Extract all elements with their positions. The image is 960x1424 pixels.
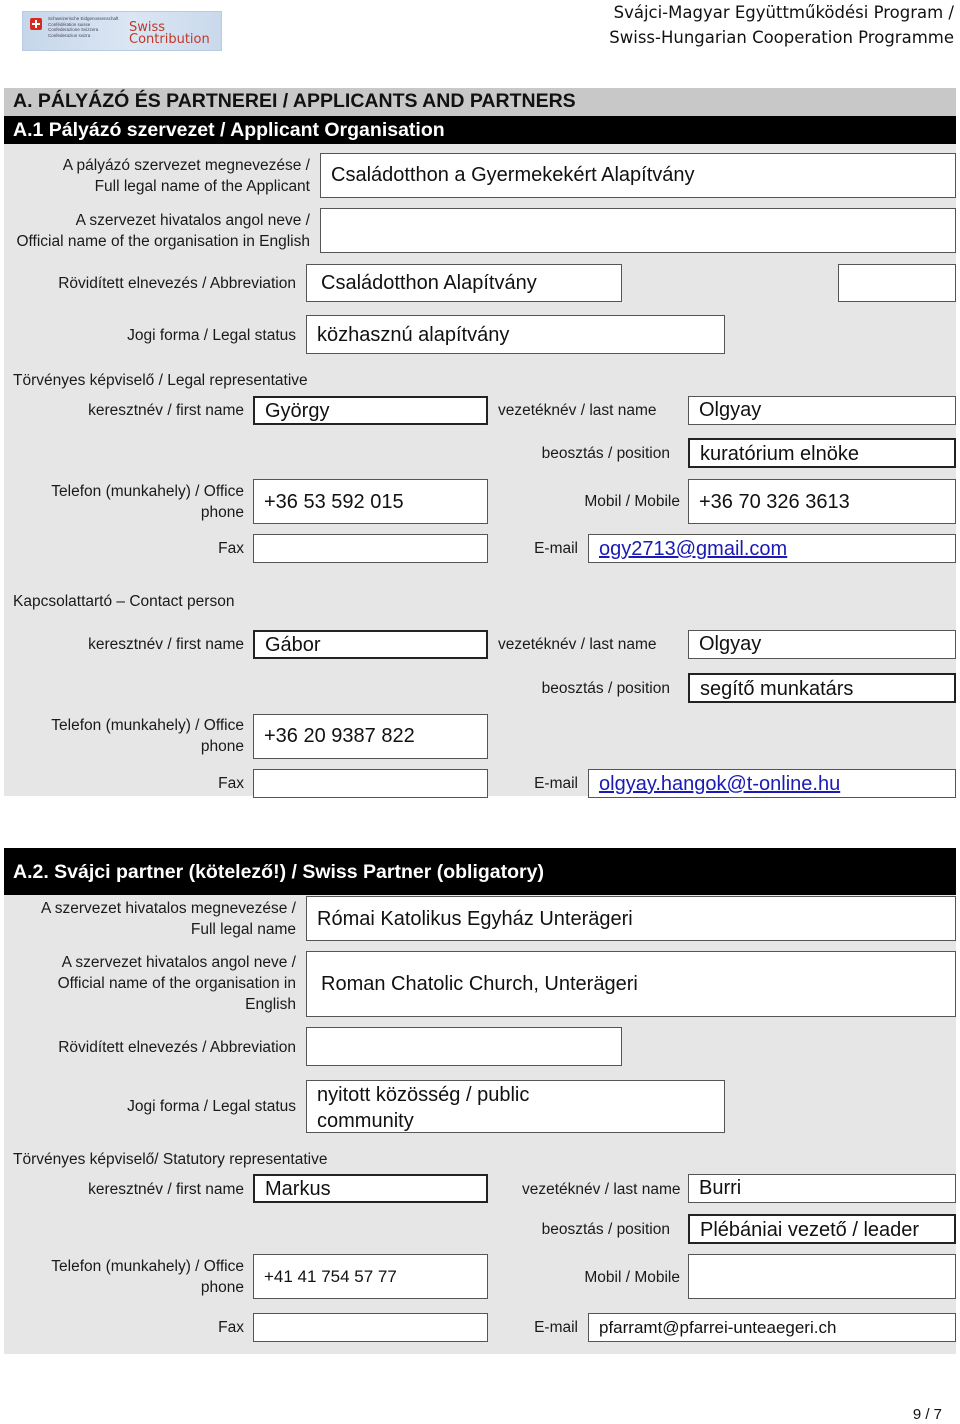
swiss-contribution-logo: Schweizerische Eidgenossenschaft Confédé… (22, 11, 222, 51)
a1-abbrev-extra-field[interactable] (838, 264, 956, 302)
contact-position-label: beosztás / position (541, 680, 670, 697)
contact-email-label: E-mail (534, 775, 578, 792)
legal-rep-email-link[interactable]: ogy2713@gmail.com (599, 538, 787, 561)
contact-fax-label: Fax (218, 775, 244, 792)
contact-phone-field[interactable]: +36 20 9387 822 (253, 714, 488, 759)
section-a-heading: A. PÁLYÁZÓ ÉS PARTNEREI / APPLICANTS AND… (4, 88, 956, 116)
contact-email-link[interactable]: olgyay.hangok@t-online.hu (599, 773, 840, 796)
contact-phone-label: Telefon (munkahely) / Office phone (51, 717, 244, 755)
statutory-rep-position-field[interactable]: Plébániai vezető / leader (688, 1214, 956, 1244)
a1-legal-status-field[interactable]: közhasznú alapítvány (306, 315, 725, 354)
a2-abbrev-label: Rövidített elnevezés / Abbreviation (58, 1039, 296, 1056)
contact-position-field[interactable]: segítő munkatárs (688, 673, 956, 703)
statutory-rep-email-label: E-mail (534, 1319, 578, 1336)
statutory-rep-first-name-field[interactable]: Markus (253, 1174, 488, 1203)
legal-rep-email-label: E-mail (534, 540, 578, 557)
statutory-rep-fax-field[interactable] (253, 1313, 488, 1342)
a2-full-name-label: A szervezet hivatalos megnevezése / Full… (40, 900, 296, 938)
a2-english-name-label: A szervezet hivatalos angol neve / Offic… (57, 954, 296, 1013)
logo-brand-text: Swiss Contribution (129, 20, 210, 47)
contact-last-name-field[interactable]: Olgyay (688, 630, 956, 659)
legal-rep-first-name-field[interactable]: György (253, 396, 488, 425)
statutory-rep-mobile-field[interactable] (688, 1254, 956, 1299)
legal-rep-heading: Törvényes képviselő / Legal representati… (13, 372, 308, 389)
legal-rep-position-field[interactable]: kuratórium elnöke (688, 438, 956, 468)
statutory-rep-phone-field[interactable]: +41 41 754 57 77 (253, 1254, 488, 1299)
statutory-rep-email-field[interactable]: pfarramt@pfarrei-unteaegeri.ch (588, 1313, 956, 1342)
legal-rep-fax-label: Fax (218, 540, 244, 557)
a2-heading: A.2. Svájci partner (kötelező!) / Swiss … (4, 848, 956, 895)
a2-abbrev-field[interactable] (306, 1027, 622, 1066)
statutory-rep-last-name-label: vezetéknév / last name (522, 1181, 681, 1198)
a1-heading: A.1 Pályázó szervezet / Applicant Organi… (4, 116, 956, 144)
legal-rep-phone-label: Telefon (munkahely) / Office phone (51, 483, 244, 521)
legal-rep-position-label: beosztás / position (541, 445, 670, 462)
legal-rep-mobile-label: Mobil / Mobile (584, 493, 680, 510)
a2-english-name-field[interactable]: Roman Chatolic Church, Unterägeri (306, 951, 956, 1017)
statutory-rep-last-name-field[interactable]: Burri (688, 1174, 956, 1203)
a1-full-name-label: A pályázó szervezet megnevezése / Full l… (62, 157, 310, 195)
contact-first-name-label: keresztnév / first name (88, 636, 244, 653)
a2-legal-status-field[interactable]: nyitott közösség / public community (306, 1080, 725, 1133)
legal-rep-email-field[interactable]: ogy2713@gmail.com (588, 534, 956, 563)
a1-english-name-label: A szervezet hivatalos angol neve / Offic… (16, 212, 310, 250)
contact-email-field[interactable]: olgyay.hangok@t-online.hu (588, 769, 956, 798)
legal-rep-first-name-label: keresztnév / first name (88, 402, 244, 419)
logo-confederation-text: Schweizerische Eidgenossenschaft Confédé… (48, 16, 119, 38)
contact-heading: Kapcsolattartó – Contact person (13, 593, 235, 610)
legal-rep-phone-field[interactable]: +36 53 592 015 (253, 479, 488, 524)
a1-english-name-field[interactable] (320, 208, 956, 253)
legal-rep-last-name-label: vezetéknév / last name (498, 402, 657, 419)
swiss-flag-icon (30, 18, 42, 30)
legal-rep-last-name-field[interactable]: Olgyay (688, 396, 956, 425)
a1-abbrev-label: Rövidített elnevezés / Abbreviation (58, 275, 296, 292)
page-number: 9 / 7 (912, 1406, 942, 1423)
legal-rep-mobile-field[interactable]: +36 70 326 3613 (688, 479, 956, 524)
contact-last-name-label: vezetéknév / last name (498, 636, 657, 653)
a1-abbrev-field[interactable]: Családotthon Alapítvány (306, 264, 622, 302)
a1-legal-status-label: Jogi forma / Legal status (127, 327, 296, 344)
contact-fax-field[interactable] (253, 769, 488, 798)
a2-legal-status-label: Jogi forma / Legal status (127, 1098, 296, 1115)
a1-full-name-field[interactable]: Családotthon a Gyermekekért Alapítvány (320, 153, 956, 198)
statutory-rep-position-label: beosztás / position (541, 1221, 670, 1238)
statutory-rep-fax-label: Fax (218, 1319, 244, 1336)
statutory-rep-phone-label: Telefon (munkahely) / Office phone (51, 1258, 244, 1296)
statutory-rep-mobile-label: Mobil / Mobile (584, 1269, 680, 1286)
programme-title: Svájci-Magyar Együttműködési Program / S… (609, 3, 954, 47)
statutory-rep-first-name-label: keresztnév / first name (88, 1181, 244, 1198)
statutory-rep-heading: Törvényes képviselő/ Statutory represent… (13, 1151, 328, 1168)
a2-full-name-field[interactable]: Római Katolikus Egyház Unterägeri (306, 896, 956, 941)
legal-rep-fax-field[interactable] (253, 534, 488, 563)
contact-first-name-field[interactable]: Gábor (253, 630, 488, 659)
